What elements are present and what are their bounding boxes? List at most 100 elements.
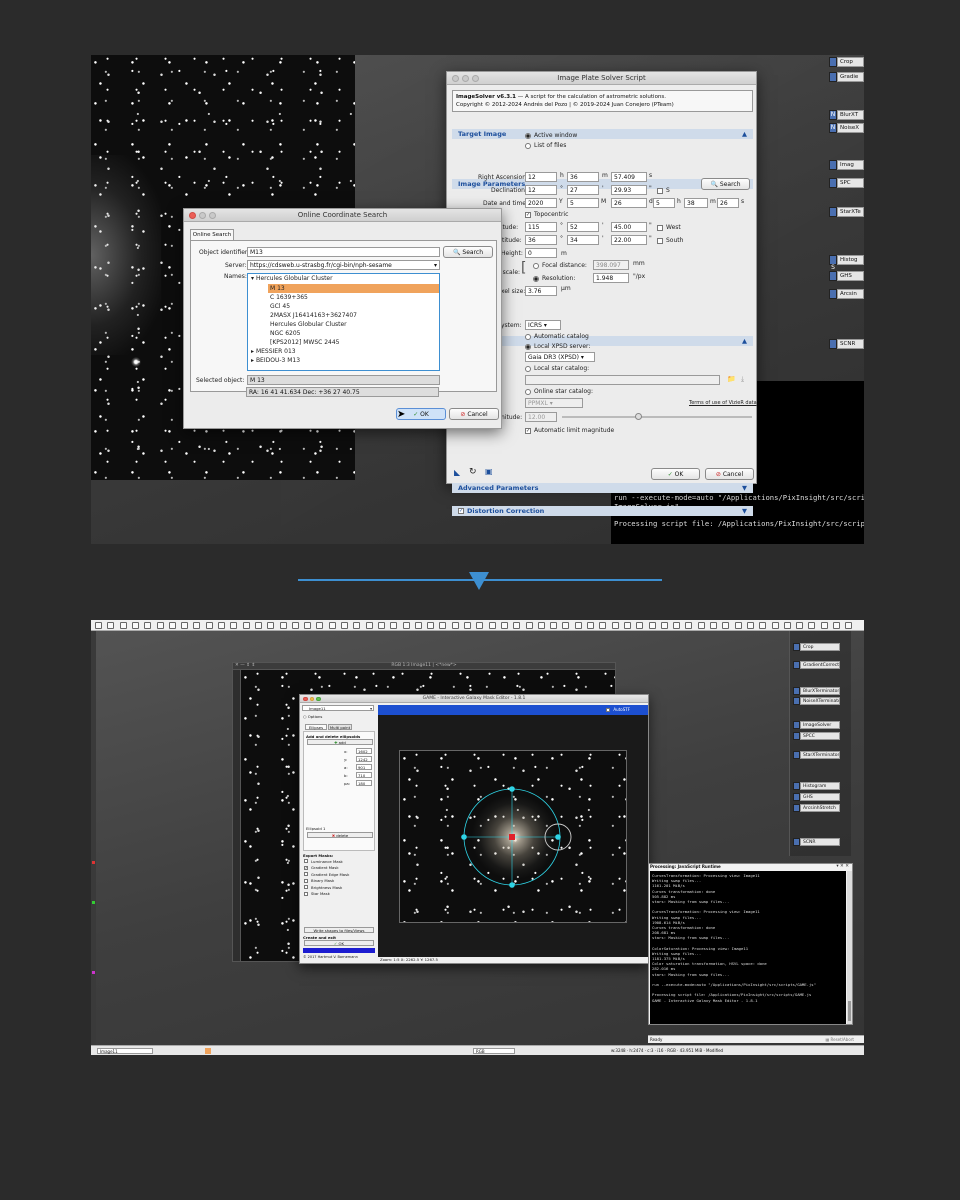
active-window-radio[interactable] [525,132,531,139]
ellipse-handle-right[interactable] [555,834,561,840]
mask-checkbox[interactable] [304,891,308,896]
process-tab[interactable]: ArcsinhStretch [800,804,840,812]
toolbar-tool-icon[interactable] [390,622,398,629]
date-field[interactable]: 26 [717,198,739,208]
vizier-terms-link[interactable]: Terms of use of VizieR data [689,400,757,406]
image-side-tab[interactable] [233,670,241,961]
coordinate-search-button[interactable]: 🔍 Search [701,178,750,190]
process-icon[interactable] [793,697,800,705]
process-tab[interactable]: SPCC [800,732,840,740]
toolbar-tool-icon[interactable] [279,622,287,629]
auto-limit-checkbox[interactable]: ✓ [525,427,531,434]
process-tab[interactable]: GHS [800,793,840,801]
name-item[interactable]: GCl 45 [270,303,290,310]
toolbar-tool-icon[interactable] [808,622,816,629]
ellipse-param-field[interactable]: 1602 [356,748,372,754]
magnitude-slider-handle[interactable] [635,413,642,420]
pixel-size-field[interactable]: 3.76 [525,286,557,296]
process-tab[interactable]: StarXTe [837,207,864,217]
toolbar-tool-icon[interactable] [783,622,791,629]
process-icon[interactable] [793,643,800,651]
date-field[interactable]: 2020 [525,198,557,208]
process-icon[interactable] [829,178,837,188]
options-row[interactable]: ○ Options [303,714,322,719]
mask-checkbox[interactable] [304,859,308,863]
process-icon[interactable] [829,207,837,217]
toolbar-tool-icon[interactable] [623,622,631,629]
minimize-dot-icon[interactable] [199,212,206,219]
toolbar-tool-icon[interactable] [218,622,225,629]
process-tab[interactable]: SPC [837,178,864,188]
date-field[interactable]: 5 [653,198,675,208]
process-icon[interactable] [829,289,837,299]
xpsd-select[interactable]: Gaia DR3 (XPSD) ▾ [525,352,595,362]
lat-min-field[interactable]: 34 [567,235,599,245]
process-icon[interactable] [793,804,800,812]
toolbar-tool-icon[interactable] [341,622,348,629]
toolbar-tool-icon[interactable] [525,622,533,629]
dec-deg-field[interactable]: 12 [525,185,557,195]
search-cancel-button[interactable]: ⊘ Cancel [449,408,499,420]
process-icon[interactable] [829,160,837,170]
dec-south-checkbox[interactable] [657,187,663,194]
toolbar-tool-icon[interactable] [648,622,656,629]
toolbar-tool-icon[interactable] [402,622,410,629]
system-select[interactable]: ICRS ▾ [525,320,561,330]
toolbar-tool-icon[interactable] [833,622,840,629]
resolution-field[interactable]: 1.948 [593,273,629,283]
write-shapes-button[interactable]: Write shapes to files/Views [304,927,374,933]
delete-ellipse-button[interactable]: ✖ delete [307,832,373,838]
chevron-right-icon[interactable]: ▸ [251,348,254,355]
mask-checkbox[interactable] [304,878,308,883]
window-controls-icon[interactable]: ✕ — ⇕ ⇕ [235,663,255,668]
toolbar-tool-icon[interactable] [820,622,828,629]
online-catalog-select[interactable]: PPMXL ▾ [525,398,583,408]
lon-sec-field[interactable]: 45.00 [611,222,647,232]
solver-ok-button[interactable]: ✓ OK [651,468,700,480]
online-star-radio[interactable] [525,388,531,395]
lon-deg-field[interactable]: 115 [525,222,557,232]
ellipse-center-handle[interactable] [509,834,515,840]
zoom-dot-icon[interactable] [472,75,479,82]
mask-checkbox[interactable] [304,872,308,876]
toolbar-tool-icon[interactable] [845,622,853,629]
process-tab[interactable]: Crop [837,57,864,67]
toolbar-tool-icon[interactable] [267,622,275,629]
ellipse-param-field[interactable]: 710 [356,772,372,778]
game-canvas[interactable] [378,715,648,957]
process-tab[interactable]: Arcsin [837,289,864,299]
local-star-radio[interactable] [525,365,531,372]
mask-checkbox[interactable] [304,885,308,889]
download-icon[interactable]: ⤓ [741,375,744,384]
toolbar-tool-icon[interactable] [254,622,262,629]
west-checkbox[interactable] [657,224,663,231]
toolbar-tool-icon[interactable] [513,622,521,629]
toolbar-tool-icon[interactable] [95,622,102,629]
toolbar-tool-icon[interactable] [587,622,594,629]
new-instance-icon[interactable]: ◣ [454,468,460,477]
lat-sec-field[interactable]: 22.00 [611,235,647,245]
process-tab[interactable]: Crop [800,643,840,651]
toolbar-tool-icon[interactable] [759,622,767,629]
topocentric-checkbox[interactable]: ✓ [525,211,531,218]
folder-icon[interactable]: 📁 [727,375,736,383]
autostf-checkbox[interactable] [606,708,611,712]
view-select[interactable]: Image11 [97,1048,153,1054]
section-distortion[interactable]: ✓ Distortion Correction ▼ [452,506,753,516]
toolbar-tool-icon[interactable] [107,622,115,629]
toolbar-tool-icon[interactable] [722,622,730,629]
object-search-button[interactable]: 🔍 Search [443,246,493,258]
toolbar-tool-icon[interactable] [562,622,570,629]
close-dot-icon[interactable] [452,75,459,82]
name-item[interactable]: C 1639+365 [270,294,308,301]
ellipse-param-field[interactable]: 180 [356,780,372,786]
toolbar-tool-icon[interactable] [353,622,361,629]
toolbar-tool-icon[interactable] [685,622,693,629]
process-tab[interactable]: Imag [837,160,864,170]
toolbar-tool-icon[interactable] [181,622,189,629]
date-field[interactable]: 26 [611,198,647,208]
focal-radio[interactable] [533,262,539,269]
name-item[interactable]: 2MASX J16414163+3627407 [270,312,357,319]
toolbar-tool-icon[interactable] [230,622,238,629]
process-tab[interactable]: ImageSolver [800,721,840,729]
